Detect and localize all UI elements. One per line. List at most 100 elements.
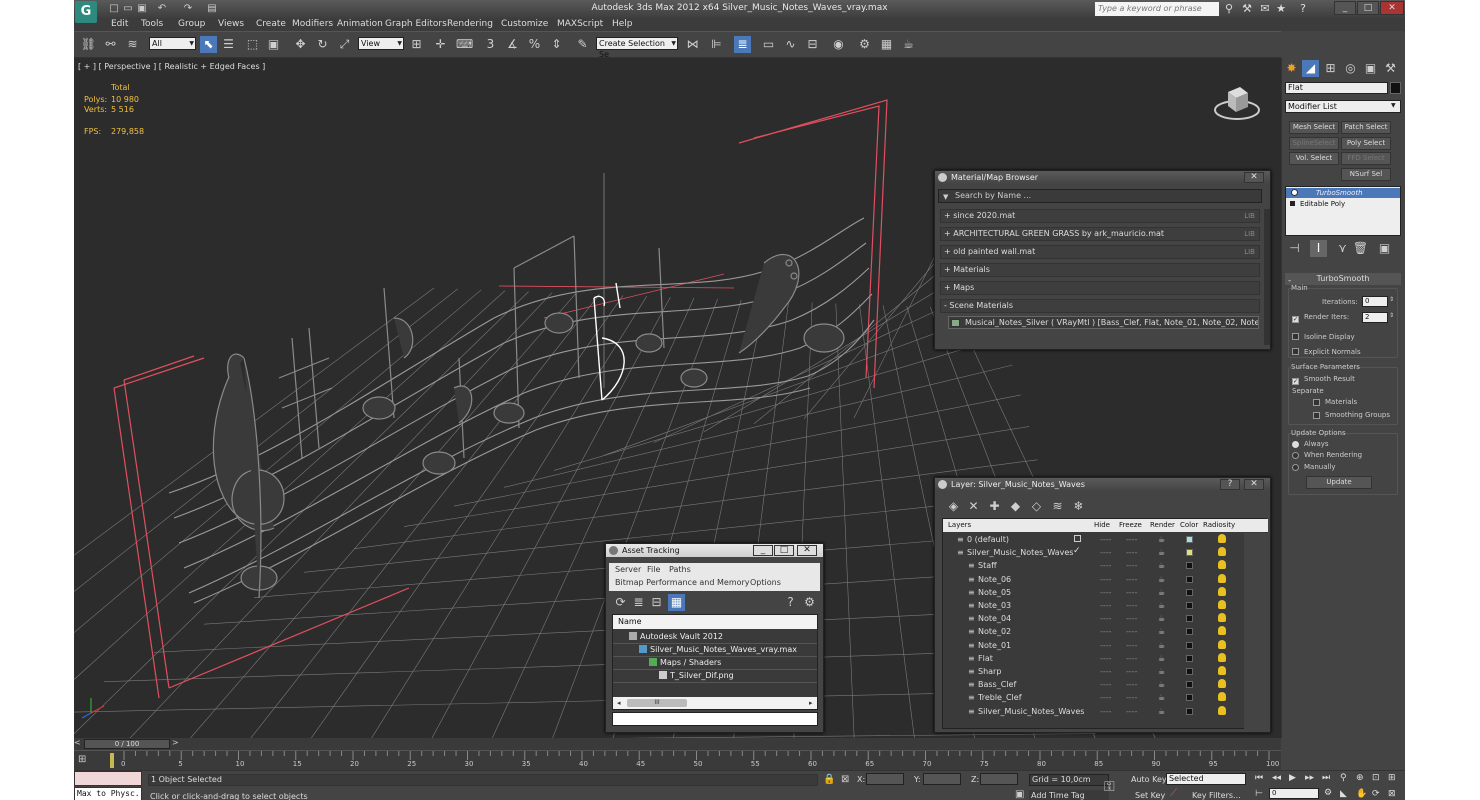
layer-toggle-dash[interactable]: ---- [1100,612,1112,625]
radiosity-bulb-icon[interactable] [1218,652,1226,662]
layer-toggle-dash[interactable]: ---- [1100,625,1112,638]
vol-select-button[interactable]: Vol. Select [1289,152,1339,165]
key-filter-icon[interactable]: ⟋ [1170,788,1177,799]
layer-toggle-dash[interactable]: ---- [1100,639,1112,652]
create-tab-icon[interactable]: ✸ [1283,60,1300,77]
browser-group-row[interactable]: + Materials [940,263,1260,277]
layer-row[interactable]: ≡ Note_06 ---- ---- ☕ [943,573,1263,586]
app-logo-icon[interactable]: G [75,1,97,23]
layer-row[interactable]: ≡ Note_05 ---- ---- ☕ [943,586,1263,599]
render-teapot-icon[interactable]: ☕ [1158,533,1165,546]
col-render[interactable]: Render [1150,519,1175,531]
key-mode-toggle-icon[interactable]: ⊢ [1255,789,1263,799]
render-teapot-icon[interactable]: ☕ [1158,705,1165,718]
render-teapot-icon[interactable]: ☕ [1158,599,1165,612]
asset-grid-icon[interactable]: ▦ [668,594,685,611]
hierarchy-tab-icon[interactable]: ⊞ [1322,60,1339,77]
nsurf-sel-button[interactable]: NSurf Sel [1341,168,1391,181]
x-coordinate-field[interactable] [866,773,904,785]
layer-toggle-dash[interactable]: ---- [1126,612,1138,625]
radiosity-bulb-icon[interactable] [1218,679,1226,689]
asset-menu-bitmap[interactable]: Bitmap Performance and Memory [615,578,750,587]
menu-customize[interactable]: Customize [501,18,548,31]
curve-editor-icon[interactable]: ∿ [782,36,799,53]
object-name-field[interactable]: Flat [1285,82,1388,94]
asset-row[interactable]: T_Silver_Dif.png [613,670,817,683]
layer-toggle-dash[interactable]: ---- [1100,652,1112,665]
stack-item-turbosmooth[interactable]: TurboSmooth [1286,188,1400,198]
render-teapot-icon[interactable]: ☕ [1158,586,1165,599]
asset-menu-paths[interactable]: Paths [669,565,691,574]
stack-item-editable-poly[interactable]: Editable Poly [1286,199,1400,209]
layer-toggle-dash[interactable]: ---- [1126,599,1138,612]
z-coordinate-field[interactable] [980,773,1018,785]
window-crossing-icon[interactable]: ▣ [265,36,282,53]
layer-toggle-dash[interactable]: ---- [1100,705,1112,718]
maximize-button[interactable]: □ [1357,1,1379,15]
asset-menu-server[interactable]: Server [615,565,641,574]
selection-filter-dropdown[interactable]: All [149,37,196,50]
scroll-thumb[interactable]: III [627,699,687,707]
layer-toggle-dash[interactable]: ---- [1100,599,1112,612]
zoom-extents-icon[interactable]: ⊡ [1372,773,1380,783]
radiosity-bulb-icon[interactable] [1218,534,1226,543]
col-color[interactable]: Color [1180,519,1198,531]
select-object-icon[interactable]: ⬉ [200,36,217,53]
layer-toggle-dash[interactable]: ---- [1126,533,1138,546]
iterations-spinner[interactable]: 0 [1362,296,1388,307]
percent-snap-icon[interactable]: % [526,36,543,53]
poly-select-button[interactable]: Poly Select [1341,137,1391,150]
layer-toggle-dash[interactable]: ---- [1126,665,1138,678]
layer-color-swatch[interactable] [1186,707,1193,715]
layer-color-swatch[interactable] [1186,536,1193,543]
asset-table-icon[interactable]: ⊟ [648,594,665,611]
layer-toggle-dash[interactable]: ---- [1100,546,1112,559]
spinner-snap-icon[interactable]: ⇕ [548,36,565,53]
show-end-result-icon[interactable]: Ⅰ [1310,240,1327,257]
render-teapot-icon[interactable]: ☕ [1158,559,1165,572]
explicit-normals-checkbox[interactable] [1292,348,1299,358]
add-time-tag-button[interactable]: Add Time Tag [1029,790,1109,800]
communication-icon[interactable]: ✉ [1258,2,1272,16]
browser-group-row[interactable]: + ARCHITECTURAL GREEN GRASS by ark_mauri… [940,227,1260,241]
layer-row[interactable]: ≡ Note_02 ---- ---- ☕ [943,625,1263,638]
delete-layer-icon[interactable]: ✕ [965,498,982,515]
when-rendering-radio[interactable] [1292,452,1299,459]
zoom-all-icon[interactable]: ⊕ [1356,773,1364,783]
time-next-icon[interactable]: > [172,738,180,750]
layer-row[interactable]: ≡ Note_03 ---- ---- ☕ [943,599,1263,612]
manually-radio[interactable] [1292,464,1299,471]
move-icon[interactable]: ✥ [292,36,309,53]
layer-toggle-dash[interactable]: ---- [1100,691,1112,704]
search-options-icon[interactable]: ▼ [943,193,948,201]
browser-group-row[interactable]: + old painted wall.mat LIB [940,245,1260,259]
reference-coord-dropdown[interactable]: View [358,37,404,50]
materials-checkbox[interactable] [1313,399,1320,409]
menu-animation[interactable]: Animation [337,18,383,31]
layer-toggle-dash[interactable]: ---- [1126,678,1138,691]
radiosity-bulb-icon[interactable] [1218,705,1226,715]
render-teapot-icon[interactable]: ☕ [1158,625,1165,638]
align-icon[interactable]: ⊫ [708,36,725,53]
smoothing-groups-checkbox[interactable] [1313,412,1320,422]
go-to-end-icon[interactable]: ⏭ [1322,773,1330,783]
pan-view-icon[interactable]: ✋ [1356,789,1367,799]
layer-row[interactable]: ≡ Staff ---- ---- ☕ [943,559,1263,572]
layer-help-button[interactable]: ? [1220,479,1240,490]
layer-toggle-dash[interactable]: ---- [1100,586,1112,599]
ffd-select-button[interactable]: FFD Select [1341,152,1391,165]
modify-tab-icon[interactable]: ◢ [1302,60,1319,77]
radiosity-bulb-icon[interactable] [1218,692,1226,702]
browser-group-row[interactable]: + Maps [940,281,1260,295]
lock-selection-icon[interactable]: 🔒 [823,774,835,785]
scroll-right-icon[interactable]: ▸ [809,697,813,709]
menu-views[interactable]: Views [218,18,244,31]
active-layer-check-icon[interactable]: ✓ [1073,546,1081,556]
layer-scroll-area[interactable] [1244,533,1268,729]
material-editor-icon[interactable]: ◉ [830,36,847,53]
zoom-extents-all-icon[interactable]: ⊞ [1388,773,1396,783]
select-manipulate-icon[interactable]: ✛ [432,36,449,53]
layer-toggle-dash[interactable]: ---- [1126,559,1138,572]
menu-maxscript[interactable]: MAXScript [557,18,603,31]
iterations-spinner-arrows-icon[interactable]: ⇕ [1389,296,1394,303]
